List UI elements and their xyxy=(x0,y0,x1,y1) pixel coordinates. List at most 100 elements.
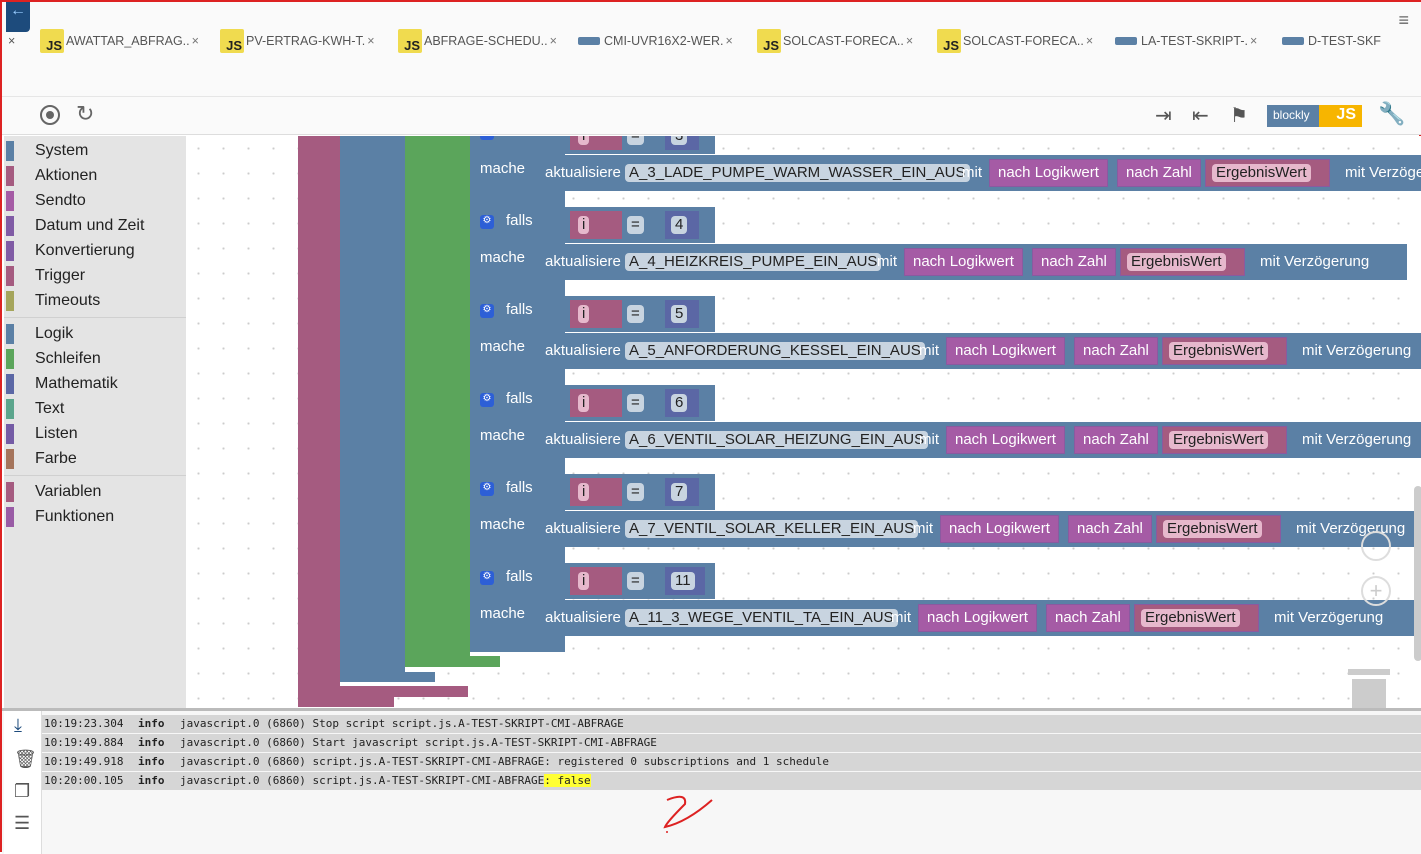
toolbox-category[interactable]: Logik xyxy=(4,323,73,345)
gear-icon[interactable]: ⚙ xyxy=(480,304,494,318)
variable-dropdown[interactable]: i xyxy=(578,572,590,590)
toolbox-category[interactable]: Timeouts xyxy=(4,290,100,312)
script-tab[interactable]: JS PV-ERTRAG-KWH-T. × xyxy=(220,28,375,54)
script-tab[interactable]: D-TEST-SKF xyxy=(1282,28,1381,54)
copy-icon[interactable]: ❐ xyxy=(14,781,30,802)
to-boolean-block[interactable]: nach Logikwert xyxy=(904,248,1023,276)
compare-block[interactable]: i = 4 xyxy=(565,207,715,243)
variable-dropdown[interactable]: i xyxy=(578,394,590,412)
operator-dropdown[interactable]: = xyxy=(627,136,644,145)
operator-dropdown[interactable]: = xyxy=(627,572,644,590)
tab-close-icon[interactable]: × xyxy=(725,34,732,48)
toolbox-category[interactable]: Funktionen xyxy=(4,506,114,528)
number-value[interactable]: 3 xyxy=(671,136,688,145)
variable-value-block[interactable]: ErgebnisWert xyxy=(1156,515,1281,543)
update-block[interactable]: aktualisiere A_11_3_WEGE_VENTIL_TA_EIN_A… xyxy=(535,600,1418,636)
to-boolean-block[interactable]: nach Logikwert xyxy=(946,337,1065,365)
toolbox-category[interactable]: Trigger xyxy=(4,265,85,287)
toolbox-category[interactable]: Sendto xyxy=(4,190,86,212)
trash-icon[interactable] xyxy=(1352,679,1386,708)
variable-dropdown[interactable]: ErgebnisWert xyxy=(1169,342,1268,360)
blockly-workspace[interactable]: ⚙ falls mache i = 3 aktualisiere A_3_LAD… xyxy=(186,136,1421,708)
compare-block[interactable]: i = 11 xyxy=(565,563,715,599)
checkered-flag-icon[interactable]: ⚑ xyxy=(1230,103,1248,128)
refresh-icon[interactable]: ↻ xyxy=(76,101,94,127)
tab-close-icon[interactable]: × xyxy=(367,34,374,48)
gear-icon[interactable]: ⚙ xyxy=(480,136,494,140)
log-list-icon[interactable]: ☰ xyxy=(14,813,30,834)
toolbox-category[interactable]: Variablen xyxy=(4,481,101,503)
target-state-field[interactable]: A_6_VENTIL_SOLAR_HEIZUNG_EIN_AUS xyxy=(625,431,929,449)
gear-icon[interactable]: ⚙ xyxy=(480,393,494,407)
to-number-block[interactable]: nach Zahl xyxy=(1032,248,1116,276)
target-state-field[interactable]: A_5_ANFORDERUNG_KESSEL_EIN_AUS xyxy=(625,342,925,360)
scroll-down-icon[interactable]: ⤓ xyxy=(14,715,22,736)
target-state-field[interactable]: A_11_3_WEGE_VENTIL_TA_EIN_AUS xyxy=(625,609,898,627)
variable-dropdown[interactable]: ErgebnisWert xyxy=(1163,520,1262,538)
operator-dropdown[interactable]: = xyxy=(627,394,644,412)
to-boolean-block[interactable]: nach Logikwert xyxy=(940,515,1059,543)
gear-icon[interactable]: ⚙ xyxy=(480,571,494,585)
variable-value-block[interactable]: ErgebnisWert xyxy=(1162,426,1287,454)
script-tab[interactable]: JS SOLCAST-FORECA.. × xyxy=(757,28,913,54)
number-value[interactable]: 7 xyxy=(671,483,688,501)
vertical-scrollbar[interactable] xyxy=(1414,486,1421,661)
script-tab[interactable]: JS AWATTAR_ABFRAG.. × xyxy=(40,28,199,54)
variable-dropdown[interactable]: i xyxy=(578,136,590,145)
trash-lid-icon[interactable] xyxy=(1348,669,1390,675)
delete-log-icon[interactable]: 🗑 xyxy=(14,749,37,770)
operator-dropdown[interactable]: = xyxy=(627,305,644,323)
variable-value-block[interactable]: ErgebnisWert xyxy=(1134,604,1259,632)
variable-value-block[interactable]: ErgebnisWert xyxy=(1120,248,1245,276)
toolbox-category[interactable]: Aktionen xyxy=(4,165,97,187)
script-tab[interactable]: CMI-UVR16X2-WER. × xyxy=(578,28,733,54)
blockly-js-toggle[interactable]: blockly JS xyxy=(1267,105,1362,127)
tab-close-icon[interactable]: × xyxy=(192,34,199,48)
to-boolean-block[interactable]: nach Logikwert xyxy=(989,159,1108,187)
to-number-block[interactable]: nach Zahl xyxy=(1117,159,1201,187)
script-tab[interactable]: JS ABFRAGE-SCHEDU.. × xyxy=(398,28,557,54)
gear-icon[interactable]: ⚙ xyxy=(480,482,494,496)
compare-block[interactable]: i = 3 xyxy=(565,136,715,154)
target-state-field[interactable]: A_3_LADE_PUMPE_WARM_WASSER_EIN_AUS xyxy=(625,164,970,182)
toolbox-category[interactable]: Text xyxy=(4,398,64,420)
update-block[interactable]: aktualisiere A_6_VENTIL_SOLAR_HEIZUNG_EI… xyxy=(535,422,1421,458)
toolbox-category[interactable]: Mathematik xyxy=(4,373,118,395)
script-tab[interactable]: LA-TEST-SKRIPT-. × xyxy=(1115,28,1257,54)
variable-dropdown[interactable]: ErgebnisWert xyxy=(1169,431,1268,449)
zoom-in-icon[interactable]: + xyxy=(1361,576,1391,606)
variable-value-block[interactable]: ErgebnisWert xyxy=(1205,159,1330,187)
number-value[interactable]: 5 xyxy=(671,305,688,323)
toolbox-category[interactable]: Farbe xyxy=(4,448,77,470)
update-block[interactable]: aktualisiere A_7_VENTIL_SOLAR_KELLER_EIN… xyxy=(535,511,1421,547)
to-boolean-block[interactable]: nach Logikwert xyxy=(918,604,1037,632)
gear-icon[interactable]: ⚙ xyxy=(480,215,494,229)
to-number-block[interactable]: nach Zahl xyxy=(1074,426,1158,454)
variable-dropdown[interactable]: i xyxy=(578,216,590,234)
menu-icon[interactable]: ≡ xyxy=(1398,10,1409,31)
toolbox-category[interactable]: Schleifen xyxy=(4,348,101,370)
recenter-icon[interactable] xyxy=(1361,531,1391,561)
operator-dropdown[interactable]: = xyxy=(627,216,644,234)
variable-dropdown[interactable]: i xyxy=(578,305,590,323)
toolbox-category[interactable]: System xyxy=(4,140,88,162)
update-block[interactable]: aktualisiere A_5_ANFORDERUNG_KESSEL_EIN_… xyxy=(535,333,1421,369)
number-value[interactable]: 6 xyxy=(671,394,688,412)
toolbox-category[interactable]: Listen xyxy=(4,423,78,445)
toolbox-category[interactable]: Datum und Zeit xyxy=(4,215,144,237)
locate-icon[interactable] xyxy=(40,105,60,125)
target-state-field[interactable]: A_7_VENTIL_SOLAR_KELLER_EIN_AUS xyxy=(625,520,919,538)
tab-close-icon[interactable]: × xyxy=(1250,34,1257,48)
compare-block[interactable]: i = 7 xyxy=(565,474,715,510)
tab-close-icon[interactable]: × xyxy=(550,34,557,48)
wrench-icon[interactable]: 🔧 xyxy=(1378,101,1405,127)
toolbox-category[interactable]: Konvertierung xyxy=(4,240,135,262)
variable-dropdown[interactable]: ErgebnisWert xyxy=(1141,609,1240,627)
number-value[interactable]: 4 xyxy=(671,216,688,234)
tab-close-icon[interactable]: × xyxy=(1086,34,1093,48)
variable-dropdown[interactable]: i xyxy=(578,483,590,501)
script-tab[interactable]: JS SOLCAST-FORECA.. × xyxy=(937,28,1093,54)
update-block[interactable]: aktualisiere A_3_LADE_PUMPE_WARM_WASSER_… xyxy=(535,155,1421,191)
to-number-block[interactable]: nach Zahl xyxy=(1046,604,1130,632)
number-value[interactable]: 11 xyxy=(671,572,695,590)
